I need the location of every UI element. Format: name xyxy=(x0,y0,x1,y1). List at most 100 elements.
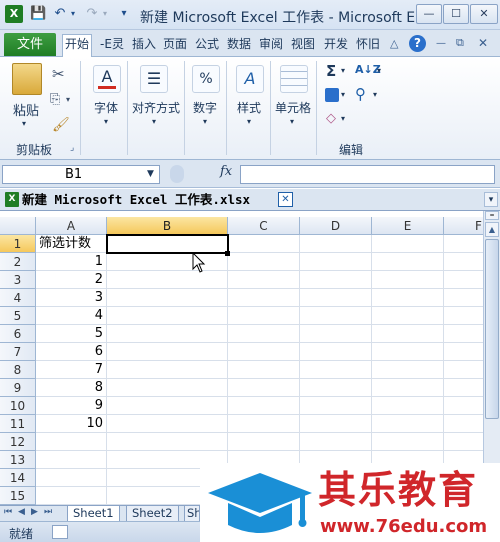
tab-data[interactable]: 数据 xyxy=(225,35,253,56)
tab-insert[interactable]: 插入 xyxy=(130,35,158,56)
grid-cell[interactable] xyxy=(372,325,444,343)
name-box[interactable]: B1 ▼ xyxy=(2,165,160,184)
grid-cell[interactable] xyxy=(300,397,372,415)
grid-cell[interactable]: 6 xyxy=(36,343,107,361)
grid-cell[interactable] xyxy=(228,307,300,325)
grid-cell[interactable] xyxy=(300,235,372,253)
formula-bar-resize-handle[interactable] xyxy=(170,165,184,183)
grid-cell[interactable] xyxy=(228,379,300,397)
tab-view[interactable]: 视图 xyxy=(289,35,317,56)
close-button[interactable]: ✕ xyxy=(470,4,498,24)
ribbon-collapse-icon[interactable]: △ xyxy=(390,37,398,50)
grid-cell[interactable] xyxy=(372,415,444,433)
document-tab-name[interactable]: 新建 Microsoft Excel 工作表.xlsx xyxy=(22,191,250,209)
paste-icon[interactable] xyxy=(12,63,42,95)
grid-cell[interactable] xyxy=(36,433,107,451)
row-header[interactable]: 1 xyxy=(0,235,36,253)
grid-cell[interactable] xyxy=(107,379,228,397)
doc-close-icon[interactable]: ✕ xyxy=(478,36,488,50)
grid-cell[interactable]: 筛选计数 xyxy=(36,235,107,253)
grid-cell[interactable] xyxy=(228,343,300,361)
first-sheet-icon[interactable]: ⏮ xyxy=(4,507,12,517)
alignment-dropdown-icon[interactable]: ▾ xyxy=(152,117,156,126)
grid-cell[interactable] xyxy=(444,343,483,361)
grid-cell[interactable]: 9 xyxy=(36,397,107,415)
row-header[interactable]: 15 xyxy=(0,487,36,505)
grid-cell[interactable] xyxy=(444,379,483,397)
column-header-b[interactable]: B xyxy=(107,217,228,235)
grid-cell[interactable] xyxy=(372,379,444,397)
help-icon[interactable]: ? xyxy=(409,35,426,52)
cells-icon[interactable] xyxy=(280,65,308,93)
row-header[interactable]: 11 xyxy=(0,415,36,433)
copy-icon[interactable]: ⎘ xyxy=(50,92,60,107)
grid-cell[interactable] xyxy=(107,397,228,415)
row-header[interactable]: 6 xyxy=(0,325,36,343)
customize-toolbar-icon[interactable]: ▾ xyxy=(116,6,132,22)
minimize-button[interactable]: — xyxy=(416,4,442,24)
grid-cell[interactable]: 2 xyxy=(36,271,107,289)
grid-cell[interactable] xyxy=(228,271,300,289)
grid-cell[interactable] xyxy=(36,487,107,505)
grid-cell[interactable] xyxy=(444,271,483,289)
row-header[interactable]: 4 xyxy=(0,289,36,307)
row-header[interactable]: 5 xyxy=(0,307,36,325)
grid-cell[interactable]: 4 xyxy=(36,307,107,325)
tab-developer[interactable]: 开发 xyxy=(322,35,350,56)
font-button[interactable]: 字体 xyxy=(94,99,118,116)
grid-cell[interactable]: 5 xyxy=(36,325,107,343)
macro-record-icon[interactable] xyxy=(52,525,68,539)
grid-cell[interactable] xyxy=(107,307,228,325)
grid-cell[interactable] xyxy=(300,415,372,433)
tab-e-ling[interactable]: -E灵 xyxy=(97,35,127,56)
grid-cell[interactable] xyxy=(107,433,228,451)
alignment-button[interactable]: 对齐方式 xyxy=(132,99,180,116)
grid-cell[interactable] xyxy=(372,433,444,451)
grid-cell[interactable] xyxy=(444,235,483,253)
row-header[interactable]: 3 xyxy=(0,271,36,289)
grid-cell[interactable] xyxy=(107,325,228,343)
format-painter-icon[interactable]: 🖌 xyxy=(52,117,70,133)
cells-dropdown-icon[interactable]: ▾ xyxy=(290,117,294,126)
grid-cell[interactable] xyxy=(444,415,483,433)
fill-dropdown-icon[interactable]: ▾ xyxy=(341,90,345,99)
grid-cell[interactable] xyxy=(372,343,444,361)
grid-cell[interactable] xyxy=(444,253,483,271)
tab-formulas[interactable]: 公式 xyxy=(193,35,221,56)
vertical-scrollbar[interactable]: ═ ▲ xyxy=(483,211,500,504)
grid-cell[interactable] xyxy=(107,415,228,433)
next-sheet-icon[interactable]: ▶ xyxy=(31,507,38,517)
grid-cell[interactable] xyxy=(300,361,372,379)
find-select-icon[interactable]: ⚲ xyxy=(355,85,366,103)
grid-cell[interactable] xyxy=(107,289,228,307)
grid-cell[interactable] xyxy=(300,271,372,289)
tab-home[interactable]: 开始 xyxy=(62,34,92,57)
column-header-c[interactable]: C xyxy=(228,217,300,235)
grid-cell[interactable] xyxy=(228,235,300,253)
fill-handle[interactable] xyxy=(225,251,230,256)
row-header[interactable]: 10 xyxy=(0,397,36,415)
grid-cell[interactable]: 7 xyxy=(36,361,107,379)
cells-button[interactable]: 单元格 xyxy=(275,99,311,116)
sheet-tab-sheet3[interactable]: Sh xyxy=(184,506,200,522)
row-header[interactable]: 12 xyxy=(0,433,36,451)
sort-dropdown-icon[interactable]: ▾ xyxy=(377,66,381,75)
grid-cell[interactable] xyxy=(444,289,483,307)
row-header[interactable]: 8 xyxy=(0,361,36,379)
grid-cell[interactable] xyxy=(372,307,444,325)
grid-cell[interactable] xyxy=(107,361,228,379)
grid-cell[interactable] xyxy=(372,235,444,253)
row-header[interactable]: 14 xyxy=(0,469,36,487)
sheet-tab-sheet1[interactable]: Sheet1 xyxy=(67,506,120,522)
percent-icon[interactable]: % xyxy=(192,65,220,93)
grid-cell[interactable]: 3 xyxy=(36,289,107,307)
last-sheet-icon[interactable]: ⏭ xyxy=(44,507,52,517)
grid-cell[interactable] xyxy=(228,361,300,379)
redo-dropdown-icon[interactable]: ▾ xyxy=(100,6,110,22)
clipboard-launcher-icon[interactable]: ⌟ xyxy=(70,143,74,153)
worksheet-grid[interactable]: A B C D E F 1 筛选计数 2 1 3 2 4 3 5 4 6 5 7 6 8 7 9 8 10 9 11 10… xyxy=(0,217,483,505)
grid-cell[interactable] xyxy=(36,469,107,487)
prev-sheet-icon[interactable]: ◀ xyxy=(18,507,25,517)
document-list-dropdown-icon[interactable]: ▾ xyxy=(484,192,498,207)
doc-minimize-icon[interactable]: — xyxy=(436,38,446,49)
